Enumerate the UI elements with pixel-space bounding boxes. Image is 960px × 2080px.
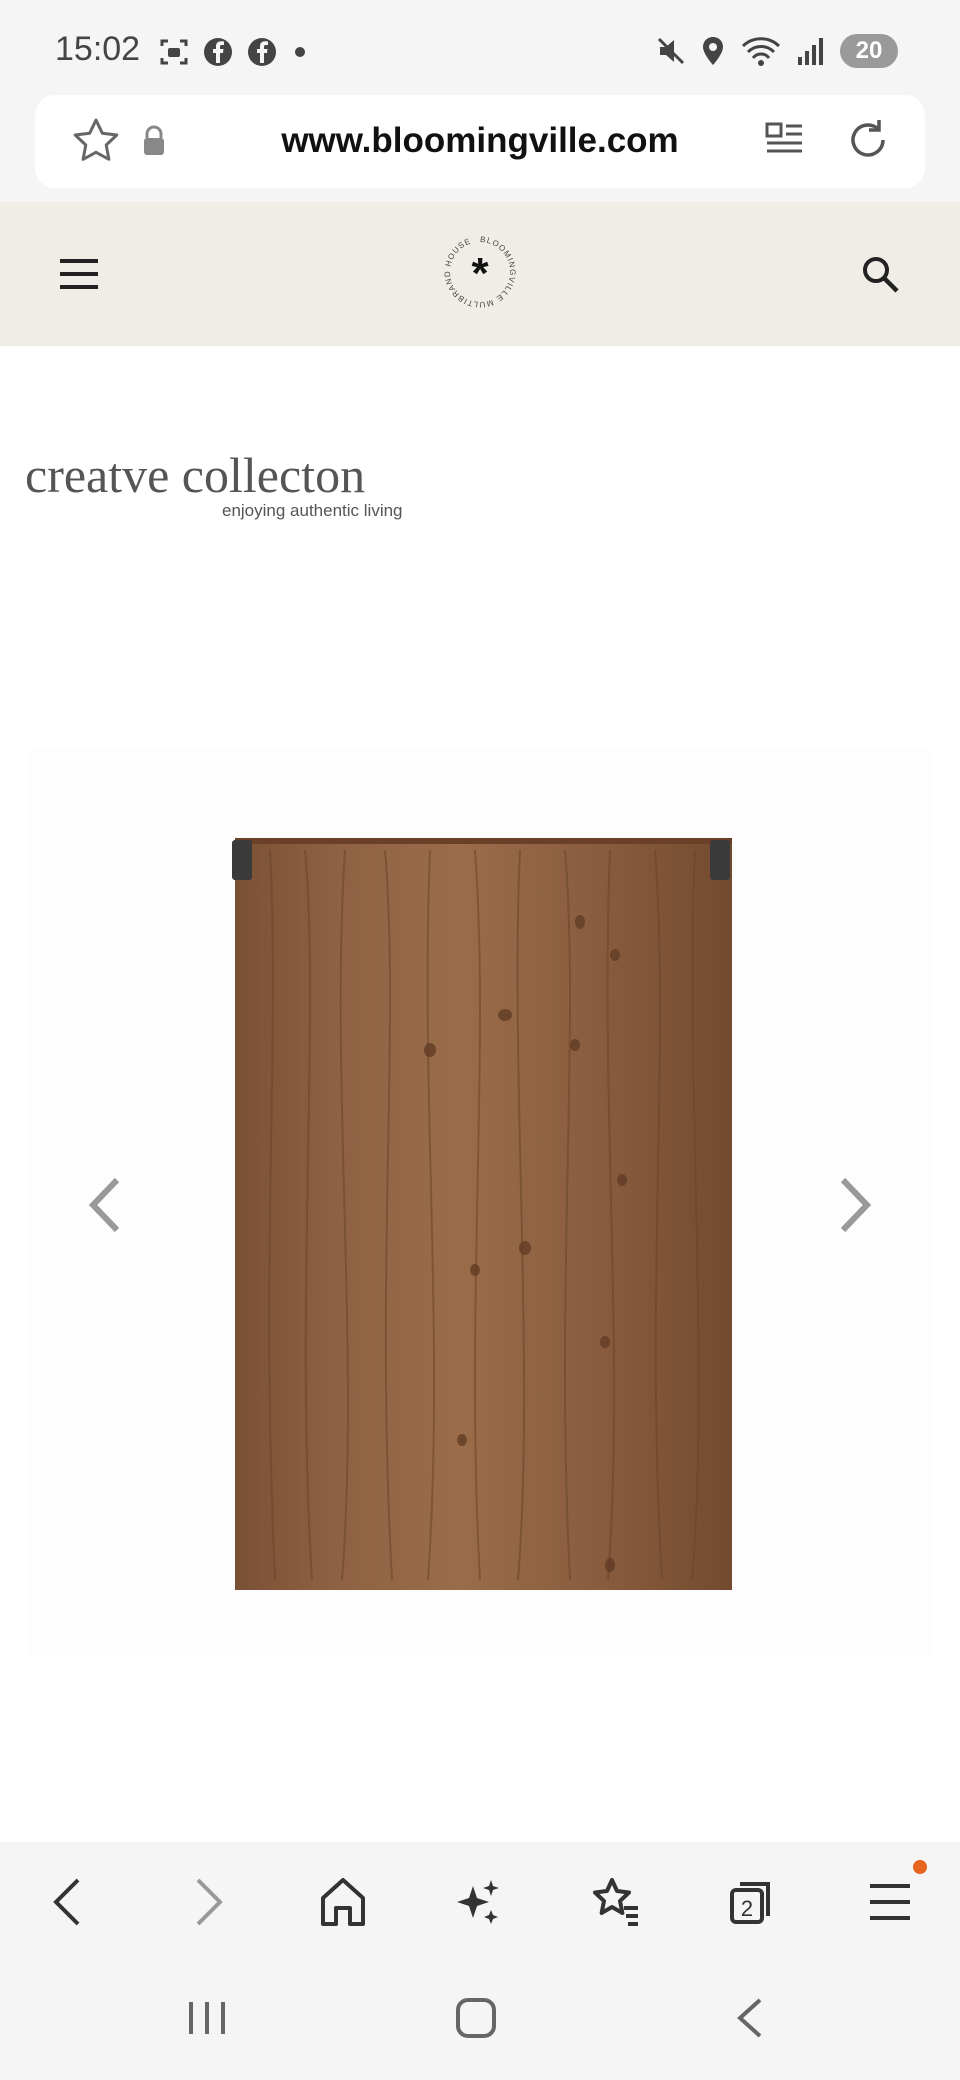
battery-level: 20 (855, 37, 883, 64)
forward-icon[interactable] (188, 1874, 228, 1930)
mute-icon (657, 37, 685, 65)
battery-indicator: 20 (840, 34, 898, 68)
chevron-right-icon[interactable] (835, 1175, 875, 1235)
site-header: BLOOMINGVILLE MULTIBRAND HOUSE * (0, 202, 960, 346)
facebook-icon (204, 38, 232, 66)
url-bar[interactable]: www.bloomingville.com (35, 95, 925, 188)
logo-symbol: * (471, 249, 489, 298)
home-icon[interactable] (454, 1996, 498, 2040)
status-icons-right: 20 (656, 34, 898, 68)
tabs-button[interactable]: 2 (728, 1874, 776, 1930)
reader-icon[interactable] (764, 119, 806, 161)
menu-icon[interactable] (868, 1874, 912, 1930)
signal-icon (798, 38, 823, 65)
status-time: 15:02 (55, 30, 141, 68)
status-icons-left (158, 36, 310, 68)
brand-title: creatve collecton (25, 447, 366, 503)
tabs-count: 2 (740, 1896, 754, 1921)
reload-icon[interactable] (843, 115, 893, 165)
chevron-left-icon[interactable] (85, 1175, 125, 1235)
brand-tagline: enjoying authentic living (222, 501, 403, 520)
bookmarks-icon[interactable] (590, 1874, 642, 1930)
status-bar: 15:02 20 (0, 0, 960, 94)
dot-icon (295, 47, 305, 57)
wifi-icon (741, 37, 781, 66)
bottom-toolbar: 2 (0, 1842, 960, 1960)
menu-icon[interactable] (58, 257, 100, 291)
back-icon[interactable] (728, 1996, 772, 2040)
system-nav (0, 1960, 960, 2080)
facebook-icon (248, 38, 276, 66)
screenshot-icon (160, 39, 188, 65)
search-icon[interactable] (860, 254, 900, 294)
back-icon[interactable] (48, 1874, 88, 1930)
location-icon (703, 37, 723, 65)
notification-dot (913, 1860, 927, 1874)
sparkle-icon[interactable] (453, 1874, 503, 1930)
recents-icon[interactable] (185, 1996, 229, 2040)
product-image[interactable] (30, 750, 930, 1655)
home-icon[interactable] (318, 1874, 368, 1930)
product-carousel[interactable] (30, 750, 930, 1655)
logo[interactable]: BLOOMINGVILLE MULTIBRAND HOUSE * (440, 232, 520, 312)
